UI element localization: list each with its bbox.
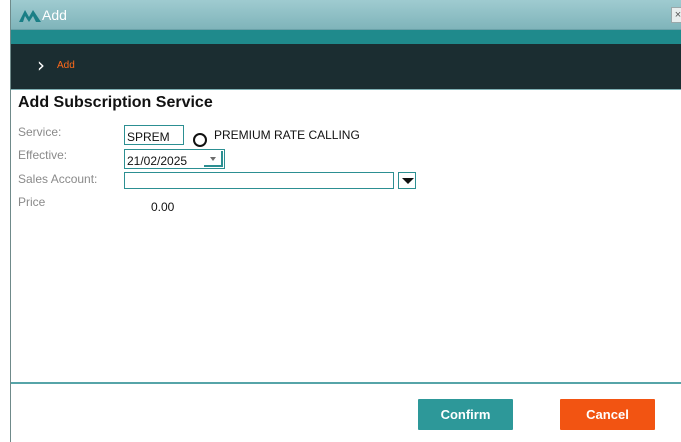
price-label: Price	[18, 195, 46, 209]
window-title: Add	[42, 7, 67, 23]
sales-account-label: Sales Account:	[18, 172, 98, 186]
sales-account-select[interactable]	[124, 172, 394, 189]
page-title: Add Subscription Service	[18, 94, 213, 111]
effective-label: Effective:	[18, 148, 68, 162]
chevron-right-icon: ›	[37, 53, 45, 77]
sales-account-dropdown-icon[interactable]	[398, 172, 416, 189]
confirm-button[interactable]: Confirm	[418, 399, 513, 430]
price-value: 0.00	[151, 200, 175, 214]
close-button[interactable]: ×	[671, 7, 681, 23]
breadcrumb-add[interactable]: Add	[57, 60, 75, 71]
title-bar[interactable]: Add ×	[11, 0, 681, 30]
add-dialog: Add × › Add Add Subscription Service Ser…	[10, 0, 681, 442]
breadcrumb-bar: › Add	[11, 44, 681, 90]
service-description: PREMIUM RATE CALLING	[214, 128, 360, 142]
service-code-input[interactable]	[124, 125, 184, 145]
cancel-button[interactable]: Cancel	[560, 399, 655, 430]
service-label: Service:	[18, 125, 62, 139]
search-icon[interactable]	[193, 133, 207, 147]
effective-date-value: 21/02/2025	[127, 154, 188, 168]
accent-strip	[11, 30, 681, 44]
effective-date-field[interactable]: 21/02/2025	[124, 149, 225, 169]
chevron-down-icon[interactable]	[204, 151, 223, 167]
footer-divider	[11, 382, 681, 384]
app-logo-icon	[19, 10, 41, 22]
